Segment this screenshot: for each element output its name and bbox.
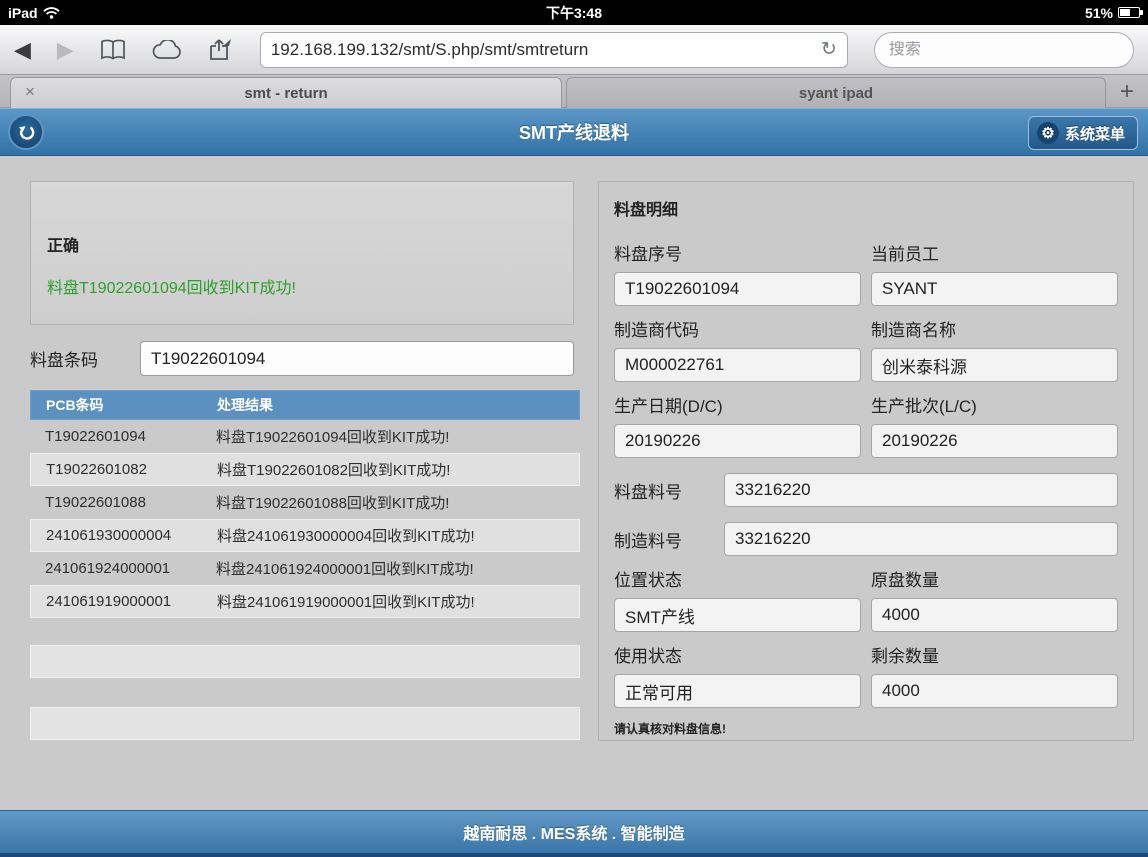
table-row: T19022601082 料盘T19022601082回收到KIT成功! [30, 453, 580, 486]
table-row: T19022601088 料盘T19022601088回收到KIT成功! [30, 486, 580, 519]
main-content: 正确 料盘T19022601094回收到KIT成功! 料盘条码 PCB条码 处理… [0, 156, 1148, 810]
detail-title: 料盘明细 [614, 196, 1118, 220]
system-menu-button[interactable]: ⚙ 系统菜单 [1028, 116, 1138, 150]
lot-code-label: 生产批次(L/C) [871, 392, 1118, 417]
cell-result: 料盘241061919000001回收到KIT成功! [216, 591, 579, 612]
location-status-field[interactable] [614, 598, 861, 632]
tab-syant-ipad[interactable]: syant ipad [566, 77, 1106, 108]
mfr-name-field[interactable] [871, 348, 1118, 382]
table-row: 241061930000004 料盘241061930000004回收到KIT成… [30, 519, 580, 552]
empty-row [30, 707, 580, 740]
cell-barcode: 241061924000001 [30, 560, 215, 577]
empty-row [30, 645, 580, 678]
reload-button[interactable]: ↻ [821, 40, 837, 59]
ios-status-bar: iPad 下午3:48 51% [0, 0, 1148, 25]
cloud-icon [152, 40, 182, 60]
clock: 下午3:48 [0, 3, 1148, 23]
cell-barcode: 241061930000004 [31, 527, 216, 544]
employee-field[interactable] [871, 272, 1118, 306]
address-bar[interactable]: ↻ [260, 32, 848, 68]
employee-label: 当前员工 [871, 240, 1118, 265]
footer-text: 越南耐思 . MES系统 . 智能制造 [463, 820, 684, 844]
barcode-label: 料盘条码 [30, 346, 140, 371]
share-icon [208, 38, 234, 62]
result-panel: 正确 料盘T19022601094回收到KIT成功! [30, 181, 574, 325]
mfr-pn-label: 制造料号 [614, 527, 724, 552]
mfr-code-field[interactable] [614, 348, 861, 382]
table-row: 241061919000001 料盘241061919000001回收到KIT成… [30, 585, 580, 618]
cell-result: 料盘241061930000004回收到KIT成功! [216, 525, 579, 546]
cell-result: 料盘T19022601088回收到KIT成功! [215, 492, 580, 513]
mfr-pn-field[interactable] [724, 522, 1118, 556]
tab-smt-return[interactable]: × smt - return [10, 77, 562, 108]
reel-pn-label: 料盘料号 [614, 478, 724, 503]
reel-detail-panel: 料盘明细 料盘序号 当前员工 制造商代码 制造商名称 生产日期(D [598, 181, 1134, 741]
date-code-label: 生产日期(D/C) [614, 392, 861, 417]
carrier-label: iPad [8, 5, 38, 21]
bookmarks-icon [100, 39, 126, 61]
cell-result: 料盘T19022601082回收到KIT成功! [216, 459, 579, 480]
cell-barcode: T19022601088 [30, 494, 215, 511]
mfr-name-label: 制造商名称 [871, 316, 1118, 341]
bookmarks-button[interactable] [100, 39, 126, 61]
table-row: T19022601094 料盘T19022601094回收到KIT成功! [30, 420, 580, 453]
remaining-qty-field[interactable] [871, 674, 1118, 708]
tab-title: syant ipad [799, 85, 873, 102]
usage-status-field[interactable] [614, 674, 861, 708]
table-header-row: PCB条码 处理结果 [30, 390, 580, 420]
original-qty-field[interactable] [871, 598, 1118, 632]
column-header: PCB条码 [31, 395, 216, 415]
search-bar[interactable] [874, 32, 1134, 68]
cell-result: 料盘T19022601094回收到KIT成功! [215, 426, 580, 447]
mfr-code-label: 制造商代码 [614, 316, 861, 341]
barcode-input[interactable] [140, 341, 574, 376]
cell-result: 料盘241061924000001回收到KIT成功! [215, 558, 580, 579]
result-message: 料盘T19022601094回收到KIT成功! [47, 274, 557, 298]
pcb-result-table: PCB条码 处理结果 T19022601094 料盘T19022601094回收… [30, 390, 580, 618]
date-code-field[interactable] [614, 424, 861, 458]
original-qty-label: 原盘数量 [871, 566, 1118, 591]
page-title: SMT产线退料 [0, 119, 1148, 145]
new-tab-button[interactable]: + [1112, 78, 1142, 106]
cell-barcode: T19022601094 [30, 428, 215, 445]
forward-button[interactable]: ▶ [57, 39, 74, 61]
table-row: 241061924000001 料盘241061924000001回收到KIT成… [30, 552, 580, 585]
column-header: 处理结果 [216, 395, 579, 415]
tab-bar: × smt - return syant ipad + [0, 75, 1148, 108]
reel-sn-field[interactable] [614, 272, 861, 306]
url-input[interactable] [271, 40, 813, 60]
barcode-row: 料盘条码 [30, 341, 574, 376]
reel-sn-label: 料盘序号 [614, 240, 861, 265]
cell-barcode: T19022601082 [31, 461, 216, 478]
reel-pn-field[interactable] [724, 473, 1118, 507]
gear-icon: ⚙ [1037, 122, 1059, 144]
lot-code-field[interactable] [871, 424, 1118, 458]
icloud-tabs-button[interactable] [152, 40, 182, 60]
app-header: SMT产线退料 ⚙ 系统菜单 [0, 108, 1148, 156]
app-footer: 越南耐思 . MES系统 . 智能制造 [0, 810, 1148, 857]
search-input[interactable] [889, 41, 1119, 59]
usage-status-label: 使用状态 [614, 642, 861, 667]
system-menu-label: 系统菜单 [1065, 123, 1125, 144]
location-status-label: 位置状态 [614, 566, 861, 591]
battery-icon [1118, 7, 1140, 18]
close-tab-icon[interactable]: × [25, 83, 35, 100]
result-title: 正确 [47, 232, 557, 256]
battery-percent: 51% [1085, 5, 1113, 21]
back-button[interactable]: ◀ [14, 39, 31, 61]
remaining-qty-label: 剩余数量 [871, 642, 1118, 667]
cell-barcode: 241061919000001 [31, 593, 216, 610]
verify-note: 请认真核对料盘信息! [614, 720, 1118, 737]
wifi-icon [43, 7, 60, 19]
browser-toolbar: ◀ ▶ ↻ [0, 25, 1148, 75]
tab-title: smt - return [244, 85, 327, 102]
share-button[interactable] [208, 38, 234, 62]
